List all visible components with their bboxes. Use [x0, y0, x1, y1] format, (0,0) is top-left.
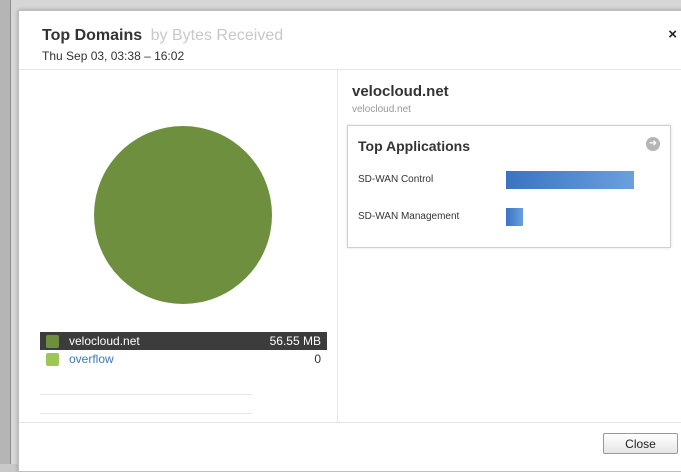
pie-chart [93, 125, 273, 305]
close-icon[interactable]: × [668, 27, 677, 42]
app-label: SD-WAN Management [358, 211, 460, 222]
legend-swatch-velocloud [46, 334, 59, 348]
domains-panel: velocloud.net 56.55 MB overflow 0 [19, 70, 338, 422]
screen: Top Domains by Bytes Received Thu Sep 03… [0, 0, 681, 472]
legend-value: 56.55 MB [269, 334, 321, 348]
pie-slice-velocloud-net[interactable] [94, 126, 272, 304]
app-bar [506, 208, 523, 226]
top-applications-card: Top Applications ➜ SD-WAN Control SD-WAN… [347, 125, 671, 248]
selected-domain-subtitle: velocloud.net [352, 104, 411, 115]
domains-legend: velocloud.net 56.55 MB overflow 0 [40, 332, 327, 368]
top-domains-dialog: Top Domains by Bytes Received Thu Sep 03… [18, 10, 681, 472]
legend-divider [40, 413, 252, 414]
app-bar [506, 171, 634, 189]
background-app-edge [0, 0, 11, 464]
arrow-right-circle-icon[interactable]: ➜ [646, 137, 660, 151]
legend-name: overflow [69, 352, 114, 366]
close-button[interactable]: Close [603, 433, 678, 454]
legend-swatch-overflow [46, 352, 59, 366]
dialog-header: Top Domains by Bytes Received Thu Sep 03… [19, 11, 681, 70]
dialog-title: Top Domains [42, 27, 143, 44]
date-range: Thu Sep 03, 03:38 – 16:02 [42, 49, 185, 63]
dialog-footer: Close [19, 422, 681, 472]
top-applications-title: Top Applications [358, 138, 470, 154]
legend-name: velocloud.net [69, 334, 140, 348]
legend-row-overflow[interactable]: overflow 0 [40, 350, 327, 368]
app-label: SD-WAN Control [358, 174, 434, 185]
dialog-title-metric: by Bytes Received [150, 27, 284, 44]
dialog-title-line: Top Domains by Bytes Received [42, 27, 283, 45]
legend-row-velocloud[interactable]: velocloud.net 56.55 MB [40, 332, 327, 350]
pie-chart-svg [94, 126, 272, 304]
legend-divider [40, 394, 252, 395]
app-row-sdwan-management[interactable]: SD-WAN Management [358, 208, 658, 228]
selected-domain-title: velocloud.net [352, 83, 449, 100]
domain-detail-panel: velocloud.net velocloud.net Top Applicat… [338, 70, 681, 422]
app-row-sdwan-control[interactable]: SD-WAN Control [358, 171, 658, 191]
legend-value: 0 [314, 352, 321, 366]
